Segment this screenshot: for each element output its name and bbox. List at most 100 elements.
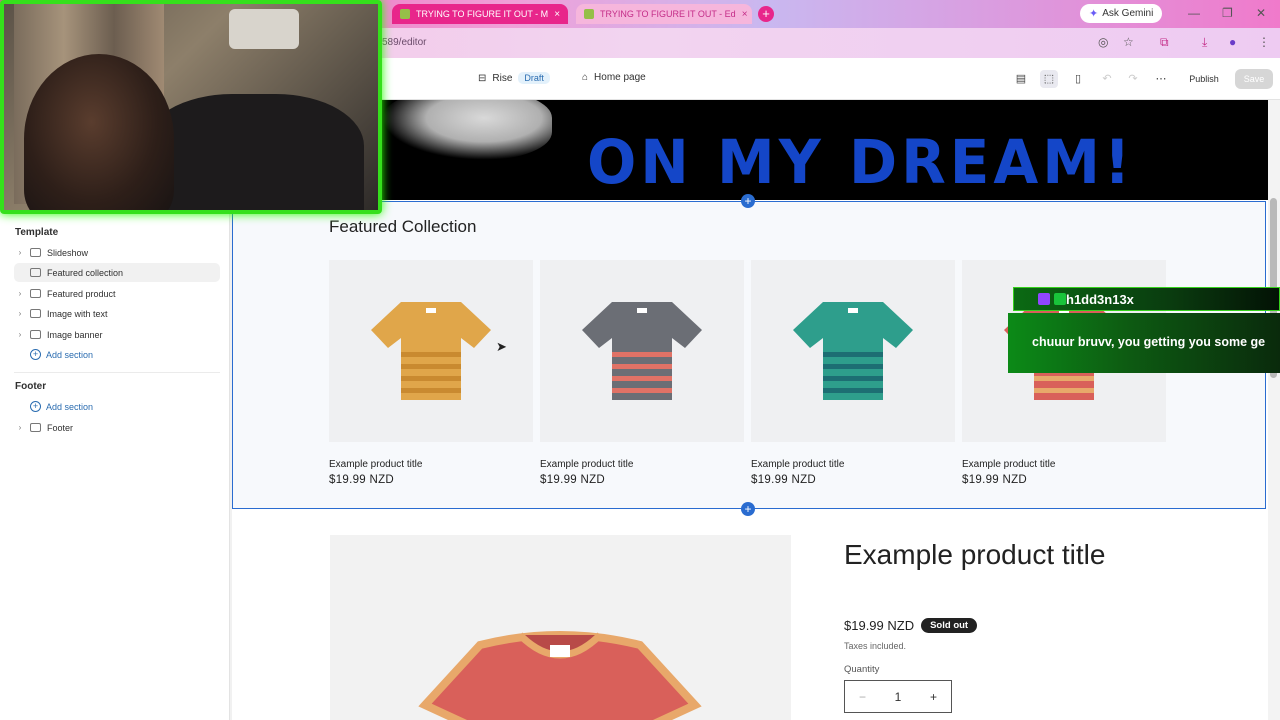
product-price: $19.99 NZD [751,474,817,486]
home-icon: ⌂ [582,72,589,83]
undo-icon[interactable]: ↶ [1098,70,1116,88]
footer-heading: Footer [15,381,47,392]
add-circle-icon: + [30,349,41,360]
save-button[interactable]: Save [1235,69,1273,89]
webcam-overlay [0,0,382,214]
sidebar-item-footer[interactable]: › Footer [14,418,220,437]
sidebar-item-image-banner[interactable]: › Image banner [14,325,220,344]
chevron-right-icon[interactable]: › [14,330,26,339]
tab-label: TRYING TO FIGURE IT OUT - M [416,9,549,19]
section-icon [30,289,41,298]
theme-icon: ⊟ [478,72,487,84]
image-banner[interactable]: ON MY DREAM! [232,100,1268,200]
add-section-footer[interactable]: + Add section [30,401,93,412]
draft-badge: Draft [518,72,550,84]
tab-close-icon[interactable]: × [554,9,560,20]
mouse-cursor-icon: ➤ [496,339,507,354]
sidebar-item-slideshow[interactable]: › Slideshow [14,243,220,262]
product-image [540,260,744,442]
add-circle-icon: + [30,401,41,412]
chat-username: h1dd3n13x [1066,291,1134,307]
hero-text: ON MY DREAM! [587,126,1135,198]
chat-message: chuuur bruvv, you getting you some ge [1008,313,1280,373]
section-icon [30,309,41,318]
product-card[interactable]: Example product title $19.99 NZD [751,260,955,486]
profile-avatar-icon[interactable]: ● [1229,35,1236,49]
product-title[interactable]: Example product title [329,459,533,470]
add-section-template[interactable]: + Add section [30,349,93,360]
sidebar-item-label: Image with text [47,308,108,319]
checkmark-badge-icon [1054,293,1066,305]
sidebar-item-label: Image banner [47,329,103,340]
sidebar-toggle-icon[interactable]: ▤ [1012,70,1030,88]
product-price: $19.99 NZD [962,474,1028,486]
theme-selector[interactable]: ⊟ Rise Draft [478,72,550,84]
product-title[interactable]: Example product title [962,459,1166,470]
webcam-streamer [24,54,174,210]
download-icon[interactable]: ⤓ [1202,35,1207,50]
mobile-preview-icon[interactable]: ▯ [1069,70,1087,88]
product-card[interactable]: Example product title $19.99 NZD [540,260,744,486]
preview-canvas: ON MY DREAM! + + Featured Collection Exa… [232,100,1268,720]
add-section-dot-bottom[interactable]: + [741,502,755,516]
featured-product-image[interactable] [330,535,791,720]
ask-gemini-button[interactable]: ✦ Ask Gemini [1080,4,1163,23]
featured-collection-title: Featured Collection [329,217,477,236]
decrease-quantity-button[interactable]: − [859,690,866,704]
chevron-right-icon[interactable]: › [14,309,26,318]
sidebar-item-label: Slideshow [47,247,89,258]
webcam-background-ac [229,9,299,49]
quantity-value[interactable]: 1 [895,690,902,704]
section-icon [30,423,41,432]
chevron-right-icon[interactable]: › [14,289,26,298]
tab-close-icon[interactable]: × [742,9,748,20]
bookmark-star-icon[interactable]: ☆ [1123,35,1134,49]
featured-product-price-row: $19.99 NZD Sold out [844,618,978,633]
product-title[interactable]: Example product title [751,459,955,470]
add-section-dot-top[interactable]: + [741,194,755,208]
page-selector[interactable]: ⌂ Home page [582,72,646,83]
sidebar-item-label: Featured collection [47,267,124,278]
section-icon [30,330,41,339]
canvas-scrollbar[interactable] [1268,100,1280,720]
sold-out-badge: Sold out [921,618,978,633]
shopify-favicon-icon [584,9,594,19]
add-section-label: Add section [46,401,94,412]
product-card[interactable]: Example product title $19.99 NZD [329,260,533,486]
minimize-button[interactable]: — [1188,6,1200,20]
featured-product-price: $19.99 NZD [844,618,915,633]
more-options-button[interactable]: ⋯ [1152,70,1170,88]
chevron-right-icon[interactable]: › [14,423,26,432]
maximize-button[interactable]: ❐ [1222,6,1233,20]
tshirt-icon [418,631,702,720]
sidebar-item-image-with-text[interactable]: › Image with text [14,304,220,323]
quantity-stepper[interactable]: − 1 + [844,680,952,713]
increase-quantity-button[interactable]: + [930,690,937,704]
url-text[interactable]: 589/editor [382,37,426,48]
theme-name: Rise [492,72,513,84]
shopify-favicon-icon [400,9,410,19]
product-title[interactable]: Example product title [540,459,744,470]
add-section-label: Add section [46,349,94,360]
new-tab-button[interactable]: + [758,6,774,22]
publish-button[interactable]: Publish [1182,69,1226,89]
tshirt-icon [793,302,913,400]
quantity-label: Quantity [844,664,880,675]
hero-ornament-image [382,100,552,160]
browser-menu-icon[interactable]: ⋮ [1258,35,1270,49]
inspector-icon[interactable]: ⬚ [1040,70,1058,88]
eye-off-icon[interactable]: ◎ [1098,35,1108,49]
product-price: $19.99 NZD [540,474,606,486]
tshirt-icon [582,302,702,400]
browser-tab-editor[interactable]: TRYING TO FIGURE IT OUT - Ed × [576,4,752,24]
chat-username-bar: h1dd3n13x [1013,287,1280,311]
close-window-button[interactable]: ✕ [1256,6,1266,20]
product-price: $19.99 NZD [329,474,395,486]
extensions-icon[interactable]: ⧉ [1160,35,1169,50]
sidebar-item-featured-collection[interactable]: Featured collection [14,263,220,282]
browser-tab-stream[interactable]: TRYING TO FIGURE IT OUT - M × [392,4,568,24]
redo-icon[interactable]: ↷ [1124,70,1142,88]
webcam-streamer-body [144,94,364,210]
sidebar-item-featured-product[interactable]: › Featured product [14,284,220,303]
chevron-right-icon[interactable]: › [14,248,26,257]
